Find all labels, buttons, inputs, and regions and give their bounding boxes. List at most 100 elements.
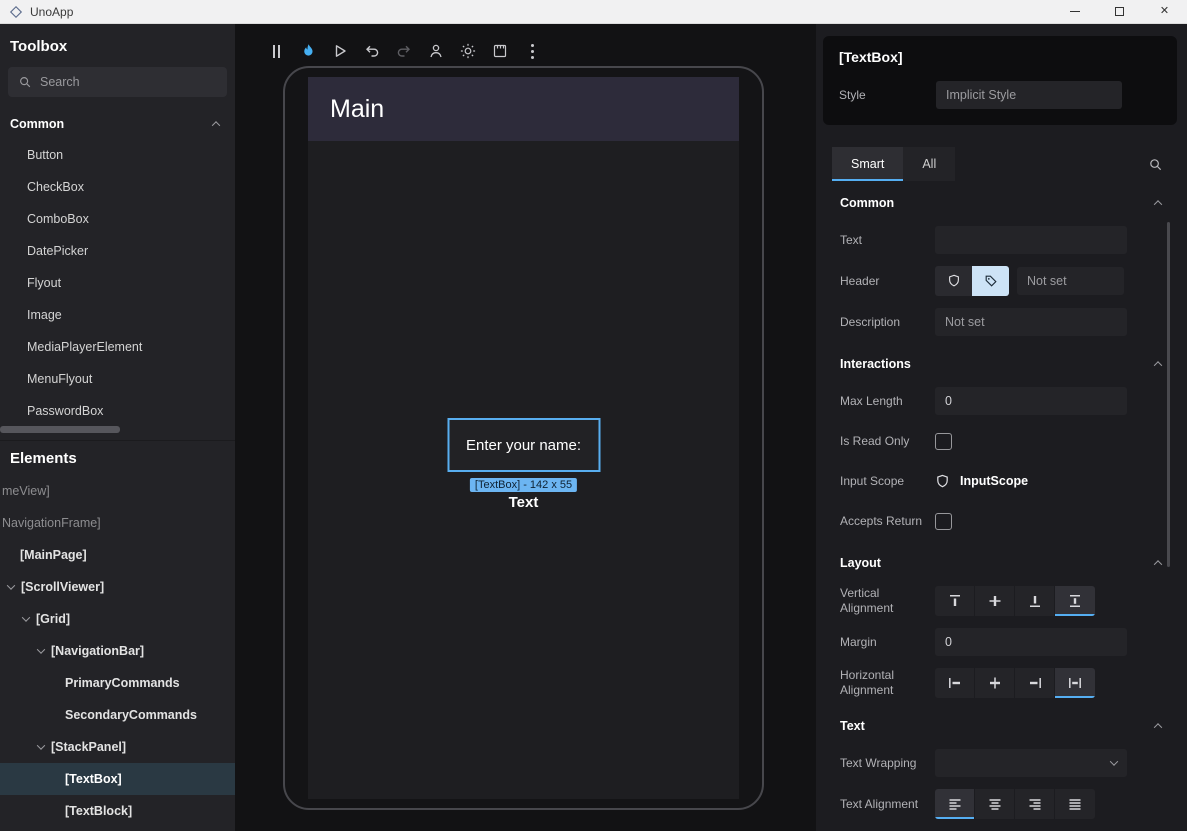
tree-item[interactable]: [StackPanel] (0, 731, 235, 763)
undo-icon[interactable] (359, 38, 385, 64)
header-tag-icon[interactable] (972, 266, 1009, 296)
tree-item[interactable]: PrimaryCommands (0, 667, 235, 699)
maximize-button[interactable] (1097, 0, 1142, 23)
toolbox-item[interactable]: ComboBox (0, 203, 235, 235)
text-align-center-icon[interactable] (975, 789, 1015, 819)
toolbox-item[interactable]: DatePicker (0, 235, 235, 267)
minimize-button[interactable] (1052, 0, 1097, 23)
text-input[interactable] (935, 226, 1127, 254)
hot-reload-flame-icon[interactable] (295, 38, 321, 64)
toolbox-section-common[interactable]: Common (0, 109, 235, 139)
description-input[interactable] (935, 308, 1127, 336)
tree-item-label: [StackPanel] (51, 740, 126, 754)
minimize-icon (1070, 11, 1080, 12)
chevron-down-icon[interactable] (7, 581, 15, 589)
property-row-text-wrapping: Text Wrapping (816, 743, 1187, 783)
text-align-left-icon[interactable] (935, 789, 975, 819)
tree-item[interactable]: [TextBlock] (0, 795, 235, 827)
section-interactions[interactable]: Interactions (816, 342, 1187, 381)
property-row-margin: Margin (816, 622, 1187, 662)
accepts-return-checkbox[interactable] (935, 513, 952, 530)
halign-center-icon[interactable] (975, 668, 1015, 698)
toolbox-search[interactable] (8, 67, 227, 97)
chevron-down-icon[interactable] (37, 741, 45, 749)
toolbox-item[interactable]: MenuFlyout (0, 363, 235, 395)
scrollbar-thumb[interactable] (0, 426, 120, 433)
redo-icon[interactable] (391, 38, 417, 64)
navigation-bar[interactable]: Main (308, 77, 739, 141)
play-icon[interactable] (327, 38, 353, 64)
toolbox-horizontal-scrollbar[interactable] (0, 426, 235, 433)
property-row-vertical-alignment: Vertical Alignment (816, 580, 1187, 622)
toolbox-item[interactable]: Image (0, 299, 235, 331)
textblock-element[interactable]: Text (509, 494, 539, 511)
tree-item-label: [Grid] (36, 612, 70, 626)
header-input[interactable] (1017, 267, 1124, 295)
property-row-accepts-return: Accepts Return (816, 501, 1187, 541)
section-text[interactable]: Text (816, 704, 1187, 743)
header-binding-shield-icon[interactable] (935, 266, 972, 296)
toolbox-item[interactable]: Flyout (0, 267, 235, 299)
elements-pane: Elements meView] NavigationFrame] [MainP… (0, 440, 235, 831)
toolbox-item[interactable]: MediaPlayerElement (0, 331, 235, 363)
text-wrapping-dropdown[interactable] (935, 749, 1127, 777)
properties-scrollbar[interactable] (1167, 222, 1170, 567)
search-input[interactable] (40, 75, 217, 89)
toolbox-item[interactable]: Button (0, 139, 235, 171)
properties-search-icon[interactable] (1148, 157, 1163, 172)
section-label: Common (10, 117, 64, 131)
inspect-element-icon[interactable] (423, 38, 449, 64)
theme-toggle-sun-icon[interactable] (455, 38, 481, 64)
close-button[interactable]: ✕ (1142, 0, 1187, 23)
halign-left-icon[interactable] (935, 668, 975, 698)
page-body[interactable]: Enter your name: [TextBox] - 142 x 55 Te… (308, 141, 739, 799)
design-canvas[interactable]: Main Enter your name: [TextBox] - 142 x … (235, 24, 816, 831)
is-read-only-checkbox[interactable] (935, 433, 952, 450)
property-row-is-read-only: Is Read Only (816, 421, 1187, 461)
tree-item-label: [TextBlock] (65, 804, 132, 818)
tree-item-label: [ScrollViewer] (21, 580, 104, 594)
tree-item[interactable]: [Grid] (0, 603, 235, 635)
selected-textbox[interactable]: Enter your name: (447, 418, 600, 472)
tree-item[interactable]: NavigationFrame] (0, 507, 235, 539)
valign-stretch-icon[interactable] (1055, 586, 1095, 616)
section-common[interactable]: Common (816, 181, 1187, 220)
property-row-max-length: Max Length (816, 381, 1187, 421)
toolbox-item[interactable]: CheckBox (0, 171, 235, 203)
input-scope-label: Input Scope (840, 474, 935, 489)
drag-handle-icon[interactable] (263, 38, 289, 64)
toolbox-item-label: ComboBox (27, 212, 89, 226)
style-input[interactable] (936, 81, 1122, 109)
section-layout[interactable]: Layout (816, 541, 1187, 580)
tree-item[interactable]: [TextBox] (0, 763, 235, 795)
window-title: UnoApp (30, 5, 73, 19)
valign-center-icon[interactable] (975, 586, 1015, 616)
toolbox-item[interactable]: PasswordBox (0, 395, 235, 427)
maximize-icon (1115, 7, 1124, 16)
valign-top-icon[interactable] (935, 586, 975, 616)
halign-right-icon[interactable] (1015, 668, 1055, 698)
chevron-down-icon[interactable] (22, 613, 30, 621)
chevron-down-icon[interactable] (37, 645, 45, 653)
tree-item[interactable]: [MainPage] (0, 539, 235, 571)
text-label: Text (840, 233, 935, 248)
text-align-right-icon[interactable] (1015, 789, 1055, 819)
tree-item[interactable]: SecondaryCommands (0, 699, 235, 731)
text-align-justify-icon[interactable] (1055, 789, 1095, 819)
input-scope-value[interactable]: InputScope (935, 474, 1028, 489)
more-kebab-icon[interactable] (519, 38, 545, 64)
tab-smart[interactable]: Smart (832, 147, 903, 181)
toolbox-item-label: DatePicker (27, 244, 88, 258)
tree-item[interactable]: meView] (0, 475, 235, 507)
tree-item[interactable]: [NavigationBar] (0, 635, 235, 667)
valign-bottom-icon[interactable] (1015, 586, 1055, 616)
guides-ruler-icon[interactable] (487, 38, 513, 64)
tree-item[interactable]: [ScrollViewer] (0, 571, 235, 603)
app-screen[interactable]: Main Enter your name: [TextBox] - 142 x … (308, 77, 739, 799)
max-length-label: Max Length (840, 394, 935, 409)
halign-stretch-icon[interactable] (1055, 668, 1095, 698)
max-length-input[interactable] (935, 387, 1127, 415)
margin-input[interactable] (935, 628, 1127, 656)
tab-all[interactable]: All (903, 147, 955, 181)
vertical-alignment-group (935, 586, 1095, 616)
